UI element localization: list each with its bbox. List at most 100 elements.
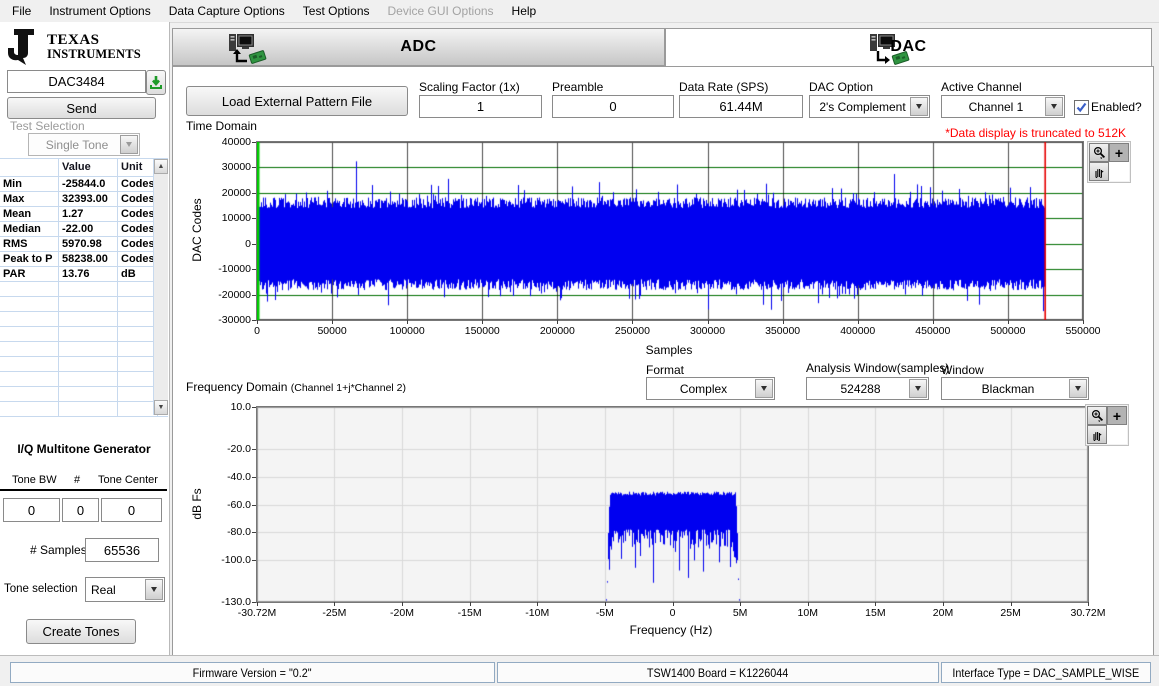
test-selection-label: Test Selection: [10, 119, 85, 133]
menu-instrument-options[interactable]: Instrument Options: [40, 1, 159, 21]
active-channel-value: Channel 1: [968, 99, 1024, 114]
menu-device-gui-options: Device GUI Options: [387, 4, 494, 18]
table-row-empty: [0, 297, 168, 312]
format-dropdown[interactable]: Complex: [646, 377, 775, 400]
create-tones-button[interactable]: Create Tones: [26, 619, 136, 644]
num-samples-input[interactable]: 65536: [85, 538, 159, 562]
stat-unit: Codes: [118, 207, 158, 221]
x-tick-mark: [943, 602, 944, 606]
active-channel-dropdown-button[interactable]: [1045, 97, 1063, 116]
freq-x-axis-title: Frequency (Hz): [629, 623, 713, 637]
x-tick-label: 15M: [865, 607, 886, 619]
analysis-window-dropdown[interactable]: 524288: [806, 377, 929, 400]
tab-dac-label: DAC: [890, 38, 927, 55]
ti-logo: Texas Instruments: [6, 28, 141, 66]
y-tick-label: 0: [245, 237, 251, 250]
x-tick-label: -30.72M: [237, 607, 277, 619]
y-tick-mark: [252, 504, 256, 506]
time-domain-plot[interactable]: 0 50000 100000 150000 200000 250000 300000 3500…: [218, 136, 1100, 337]
ti-logo-text: Texas Instruments: [47, 33, 141, 61]
left-panel: Texas Instruments DAC3484 Send Test Sele…: [0, 22, 170, 656]
stat-unit: dB: [118, 267, 158, 281]
ti-logo-line1: Texas: [47, 32, 100, 49]
y-tick-label: -40.0: [227, 470, 251, 483]
preamble-input[interactable]: 0: [552, 95, 674, 118]
tone-center-input[interactable]: 0: [101, 498, 162, 522]
tab-adc[interactable]: ADC: [172, 28, 665, 66]
header-value: Value: [59, 159, 118, 176]
zoom-tool-button[interactable]: [1089, 143, 1109, 162]
pan-tool-button[interactable]: [1089, 162, 1109, 181]
tone-count-input[interactable]: 0: [62, 498, 99, 522]
active-channel-dropdown[interactable]: Channel 1: [941, 95, 1065, 118]
y-tick-label: 10.0: [230, 401, 251, 413]
time-domain-canvas[interactable]: [257, 142, 1083, 320]
hand-icon: [1095, 168, 1104, 178]
x-tick-label: 350000: [765, 325, 801, 337]
x-tick-mark: [604, 602, 606, 606]
y-tick-mark: [252, 269, 256, 271]
stat-unit: Codes: [118, 237, 158, 251]
y-tick-mark: [252, 602, 256, 603]
format-value: Complex: [679, 381, 728, 396]
analysis-window-dropdown-button[interactable]: [909, 379, 927, 398]
menu-file[interactable]: File: [3, 1, 40, 21]
preamble-label: Preamble: [552, 80, 604, 94]
application-window: File Instrument Options Data Capture Opt…: [0, 0, 1159, 686]
test-selection-value: Single Tone: [45, 137, 109, 152]
send-button[interactable]: Send: [7, 97, 156, 119]
x-tick-mark: [557, 320, 559, 324]
x-tick-label: -25M: [322, 607, 347, 619]
window-dropdown[interactable]: Blackman: [941, 377, 1089, 400]
scroll-down-icon[interactable]: ▼: [154, 400, 168, 415]
enabled-checkbox[interactable]: [1074, 100, 1089, 115]
stat-unit: Codes: [118, 252, 158, 266]
tone-bw-input[interactable]: 0: [3, 498, 60, 522]
dac-option-dropdown[interactable]: 2's Complement: [809, 95, 930, 118]
y-tick-label: -10000: [218, 263, 251, 276]
device-select-input[interactable]: DAC3484: [7, 70, 146, 93]
load-external-pattern-file-button[interactable]: Load External Pattern File: [186, 86, 408, 116]
frequency-domain-title: Frequency Domain (Channel 1+j*Channel 2): [186, 380, 406, 394]
menu-test-options[interactable]: Test Options: [294, 1, 379, 21]
format-label: Format: [646, 363, 685, 377]
board-text: TSW1400 Board = K1226044: [647, 665, 789, 680]
format-dropdown-button[interactable]: [755, 379, 773, 398]
scaling-factor-input[interactable]: 1: [419, 95, 542, 118]
download-arrow-icon: [150, 76, 162, 89]
menu-data-capture-options[interactable]: Data Capture Options: [160, 1, 294, 21]
frequency-domain-canvas[interactable]: [257, 407, 1088, 602]
ti-logo-line2: Instruments: [47, 47, 141, 62]
x-tick-mark: [707, 320, 709, 324]
x-tick-mark: [407, 320, 409, 324]
tone-selection-dropdown[interactable]: Real: [85, 577, 165, 602]
y-tick-label: 20000: [221, 186, 251, 199]
send-to-device-button[interactable]: [146, 70, 166, 95]
magnifier-icon: [1091, 409, 1103, 422]
crosshair-tool-button[interactable]: +: [1109, 143, 1129, 162]
stat-name: PAR: [0, 267, 59, 281]
x-tick-mark: [857, 320, 859, 324]
stat-unit: Codes: [118, 222, 158, 236]
tone-selection-dropdown-button[interactable]: [145, 579, 163, 600]
menu-help[interactable]: Help: [503, 1, 546, 21]
scroll-up-icon[interactable]: ▲: [154, 159, 168, 174]
stat-unit: Codes: [118, 177, 158, 191]
chevron-down-icon: [1075, 386, 1081, 391]
data-rate-input[interactable]: 61.44M: [679, 95, 803, 118]
magnifier-icon: [1093, 146, 1105, 159]
table-scrollbar[interactable]: ▲ ▼: [153, 159, 168, 415]
tab-dac[interactable]: DAC: [665, 28, 1152, 66]
table-row-empty: [0, 312, 168, 327]
zoom-tool-button[interactable]: [1087, 406, 1107, 425]
y-tick-mark: [252, 192, 256, 194]
frequency-domain-plot[interactable]: -30.72M -25M -20M -15M -10M -5M 0 5M 10M 15M 20M 25…: [221, 401, 1105, 619]
y-tick-mark: [252, 142, 256, 143]
pan-tool-button[interactable]: [1087, 425, 1107, 444]
table-row: Min -25844.0 Codes: [0, 177, 168, 192]
window-dropdown-button[interactable]: [1069, 379, 1087, 398]
num-samples-label: # Samples: [30, 543, 87, 557]
crosshair-tool-button[interactable]: +: [1107, 406, 1127, 425]
freq-plot-palette: +: [1085, 404, 1129, 446]
dac-option-dropdown-button[interactable]: [910, 97, 928, 116]
